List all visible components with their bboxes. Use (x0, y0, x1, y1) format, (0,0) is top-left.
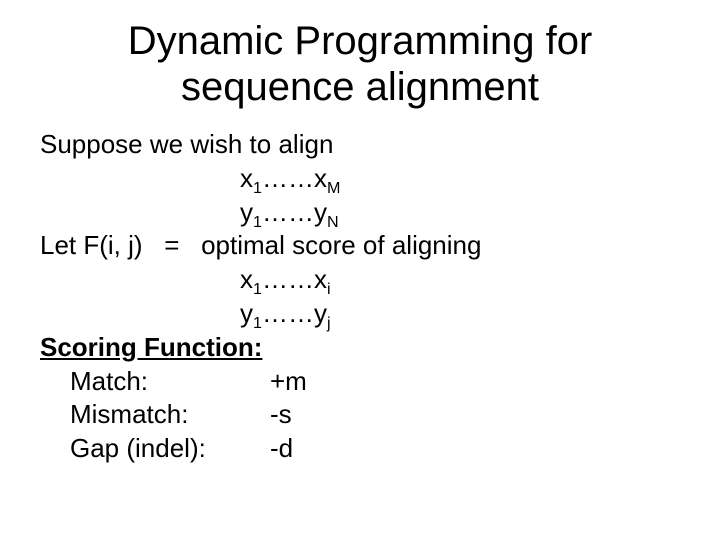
mismatch-label: Mismatch: (40, 398, 270, 432)
sub-sequence-x-line: x1……xi (40, 263, 680, 297)
xi-sub-i: i (327, 280, 331, 298)
x-sub-m: M (327, 179, 340, 197)
mismatch-row: Mismatch: -s (40, 398, 680, 432)
gap-label: Gap (indel): (40, 432, 270, 466)
sequence-x-line: x1……xM (40, 162, 680, 196)
yj-var: y (240, 298, 253, 328)
gap-value: -d (270, 432, 293, 466)
x-dots: …… (262, 163, 314, 193)
yj-var-end: y (314, 298, 327, 328)
y-var: y (240, 197, 253, 227)
y-dots: …… (262, 197, 314, 227)
y-sub-1: 1 (253, 213, 262, 231)
yj-sub-1: 1 (253, 314, 262, 332)
yj-dots: …… (262, 298, 314, 328)
match-label: Match: (40, 365, 270, 399)
xi-sub-1: 1 (253, 280, 262, 298)
y-var-end: y (314, 197, 327, 227)
yj-sub-j: j (327, 314, 331, 332)
let-f-line: Let F(i, j) = optimal score of aligning (40, 229, 680, 263)
sequence-y-line: y1……yN (40, 196, 680, 230)
sub-sequence-y-line: y1……yj (40, 297, 680, 331)
scoring-function-header: Scoring Function: (40, 331, 680, 365)
mismatch-value: -s (270, 398, 292, 432)
match-value: +m (270, 365, 307, 399)
y-sub-n: N (327, 213, 339, 231)
slide: Dynamic Programming for sequence alignme… (0, 0, 720, 540)
xi-dots: …… (262, 264, 314, 294)
suppose-line: Suppose we wish to align (40, 128, 680, 162)
x-sub-1: 1 (253, 179, 262, 197)
slide-title: Dynamic Programming for sequence alignme… (40, 18, 680, 110)
x-var: x (240, 163, 253, 193)
x-var-end: x (314, 163, 327, 193)
slide-body: Suppose we wish to align x1……xM y1……yN L… (40, 128, 680, 466)
gap-row: Gap (indel): -d (40, 432, 680, 466)
match-row: Match: +m (40, 365, 680, 399)
xi-var-end: x (314, 264, 327, 294)
xi-var: x (240, 264, 253, 294)
